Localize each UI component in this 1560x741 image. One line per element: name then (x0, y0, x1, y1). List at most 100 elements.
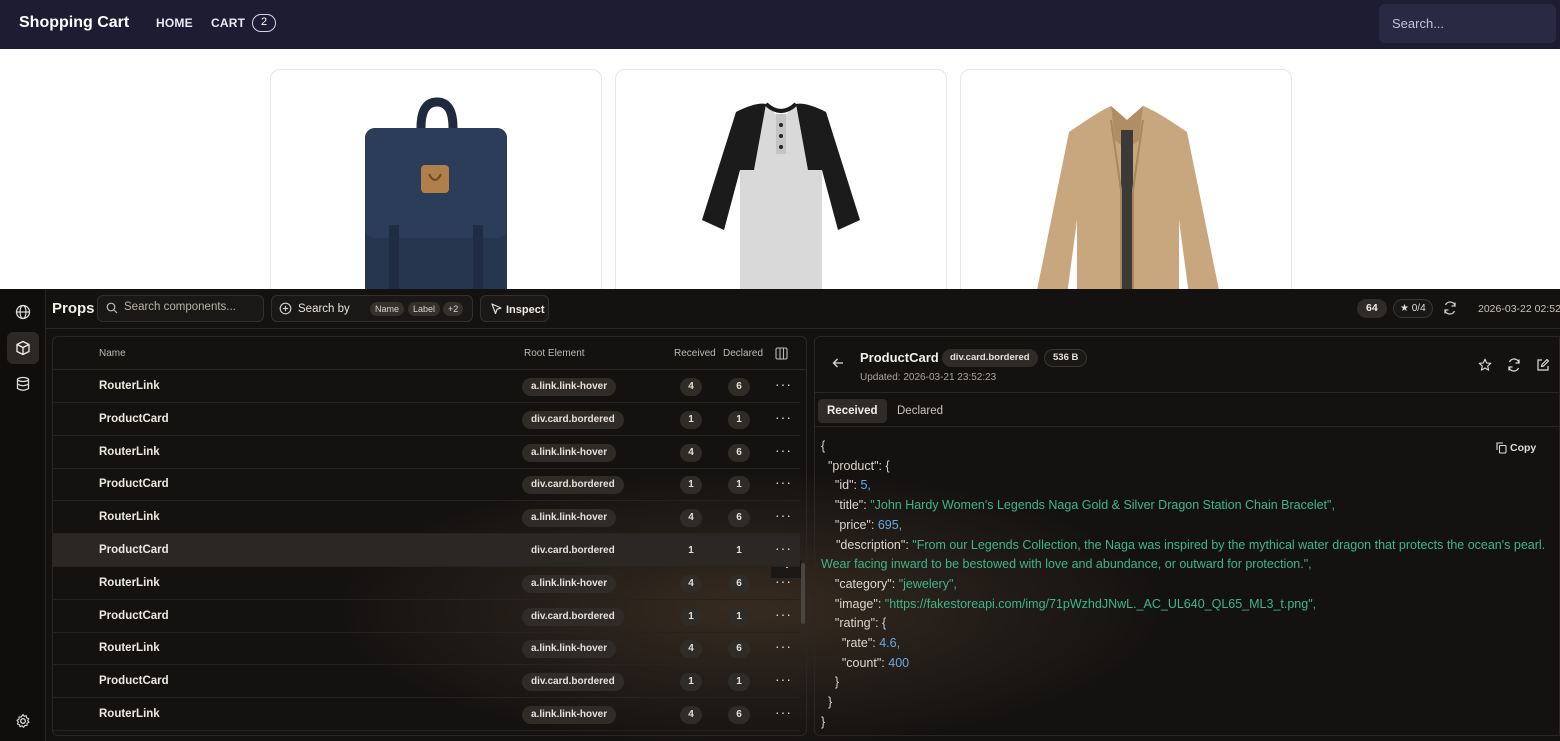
row-root-element: a.link.link-hover (522, 509, 617, 528)
json-key: "price" (834, 517, 871, 532)
row-root-element: a.link.link-hover (522, 706, 617, 724)
product-card[interactable] (270, 69, 602, 309)
cursor-icon (491, 303, 502, 315)
edit-icon[interactable] (1536, 358, 1550, 372)
row-root-element: a.link.link-hover (522, 443, 617, 462)
nav-cart-link[interactable]: CART (211, 16, 245, 30)
column-root-header[interactable]: Root Element (524, 348, 585, 359)
row-declared-count: 1 (728, 673, 750, 692)
back-arrow-icon[interactable] (832, 357, 844, 369)
row-root-element: a.link.link-hover (522, 378, 617, 396)
table-row[interactable]: RouterLink a.link.link-hover 4 6 ··· (53, 501, 800, 535)
sidebar-components-button[interactable] (7, 332, 39, 364)
star-icon: ★ (1400, 303, 1412, 314)
row-declared-count: 6 (728, 706, 750, 724)
table-row[interactable]: RouterLink a.link.link-hover 4 6 ··· (53, 370, 800, 403)
row-more-button[interactable]: ··· (775, 376, 792, 392)
row-declared-count: 6 (728, 640, 750, 659)
table-row[interactable]: ProductCard div.card.bordered 1 1 ··· (53, 665, 800, 699)
devtools-sidebar (0, 289, 46, 741)
row-more-button[interactable]: ··· (775, 638, 792, 654)
row-declared-count: 1 (736, 545, 742, 556)
row-more-button[interactable]: ··· (775, 540, 792, 556)
refresh-icon[interactable] (1507, 358, 1521, 372)
row-more-button[interactable]: ··· (775, 474, 792, 490)
table-row[interactable]: ProductCard div.card.bordered 1 1 ··· (53, 468, 800, 502)
row-component-name: ProductCard (99, 609, 169, 622)
table-row[interactable]: ProductCard div.card.bordered 1 1 ··· (53, 534, 800, 567)
root-element-tag: div.card.bordered (942, 349, 1038, 367)
brand-logo[interactable]: Shopping Cart (19, 14, 129, 32)
component-search-input[interactable] (124, 301, 259, 313)
backpack-image (365, 97, 507, 308)
component-count-badge: 64 (1357, 299, 1387, 318)
product-card[interactable] (960, 69, 1292, 309)
row-more-button[interactable]: ··· (775, 704, 792, 720)
filter-chip-name: Name (370, 302, 405, 316)
json-key: "id" (834, 478, 854, 493)
site-search-input[interactable] (1379, 4, 1556, 43)
row-component-name: RouterLink (99, 445, 160, 458)
props-json-viewer[interactable]: { "product": { "id": 5, "title": "John H… (821, 437, 1556, 733)
row-received-count: 4 (680, 640, 702, 659)
sidebar-globe-button[interactable] (7, 296, 39, 328)
search-by-button[interactable]: Search by Name Label +2 (271, 295, 473, 322)
json-key: "title" (834, 498, 864, 513)
row-declared-count: 6 (728, 574, 750, 593)
row-more-button[interactable]: ··· (775, 671, 792, 687)
row-more-button[interactable]: ··· (775, 409, 792, 425)
component-name: ProductCard (860, 350, 939, 365)
refresh-icon[interactable] (1443, 301, 1457, 315)
plus-circle-icon (279, 302, 292, 315)
table-row[interactable]: RouterLink a.link.link-hover 4 6 ··· (53, 436, 800, 469)
inspect-button[interactable]: Inspect (480, 295, 549, 322)
row-root-element: div.card.bordered (522, 476, 624, 495)
favorites-badge[interactable]: ★ 0/4 (1393, 299, 1433, 318)
row-more-button[interactable]: ··· (775, 507, 792, 523)
search-by-label: Search by (298, 303, 350, 315)
row-declared-count: 1 (728, 607, 750, 626)
columns-toggle-icon[interactable] (775, 347, 788, 360)
tab-received[interactable]: Received (818, 399, 887, 423)
last-updated-timestamp: 2026-03-22 02:52:2 (1478, 303, 1560, 315)
star-icon[interactable] (1478, 358, 1492, 372)
sidebar-storage-button[interactable] (7, 368, 39, 400)
table-scrollbar[interactable] (801, 563, 805, 624)
json-value-category: "jewelery", (898, 576, 957, 591)
json-value-id: 5, (860, 478, 871, 493)
row-received-count: 4 (680, 574, 702, 593)
jacket-image (1035, 106, 1221, 308)
row-more-button[interactable]: ··· (775, 606, 792, 622)
search-icon (106, 302, 118, 314)
json-key: "category" (834, 576, 892, 591)
table-row[interactable]: RouterLink a.link.link-hover 4 6 ··· (53, 698, 800, 731)
table-row[interactable]: RouterLink a.link.link-hover 4 6 ··· (53, 567, 800, 600)
column-received-header[interactable]: Received (674, 348, 716, 359)
component-search[interactable] (97, 295, 264, 322)
filter-chip-more: +2 (443, 302, 464, 316)
row-component-name: ProductCard (99, 412, 169, 425)
row-declared-count: 6 (728, 443, 750, 462)
column-declared-header[interactable]: Declared (723, 348, 763, 359)
row-component-name: RouterLink (99, 642, 160, 655)
tab-declared[interactable]: Declared (888, 399, 952, 423)
row-root-element: div.card.bordered (522, 673, 624, 692)
row-more-button[interactable]: ··· (775, 573, 792, 589)
json-value-title: "John Hardy Women's Legends Naga Gold & … (870, 498, 1335, 513)
row-more-button[interactable]: ··· (775, 442, 792, 458)
json-key: "image" (834, 596, 878, 611)
table-row[interactable]: RouterLink a.link.link-hover 4 6 ··· (53, 632, 800, 666)
table-row[interactable]: ProductCard div.card.bordered 1 1 ··· (53, 403, 800, 436)
row-component-name: ProductCard (99, 675, 169, 688)
row-component-name: RouterLink (99, 511, 160, 524)
row-component-name: RouterLink (99, 576, 160, 589)
column-name-header[interactable]: Name (99, 348, 126, 359)
nav-home-link[interactable]: HOME (156, 16, 193, 30)
favorites-count: 0/4 (1411, 303, 1426, 314)
table-row[interactable]: ProductCard div.card.bordered 1 1 ··· (53, 600, 800, 633)
cart-count-badge[interactable]: 2 (252, 14, 276, 32)
product-card[interactable] (615, 69, 947, 309)
sidebar-settings-button[interactable] (7, 705, 39, 737)
row-received-count: 1 (688, 545, 694, 556)
gear-icon (16, 713, 30, 728)
